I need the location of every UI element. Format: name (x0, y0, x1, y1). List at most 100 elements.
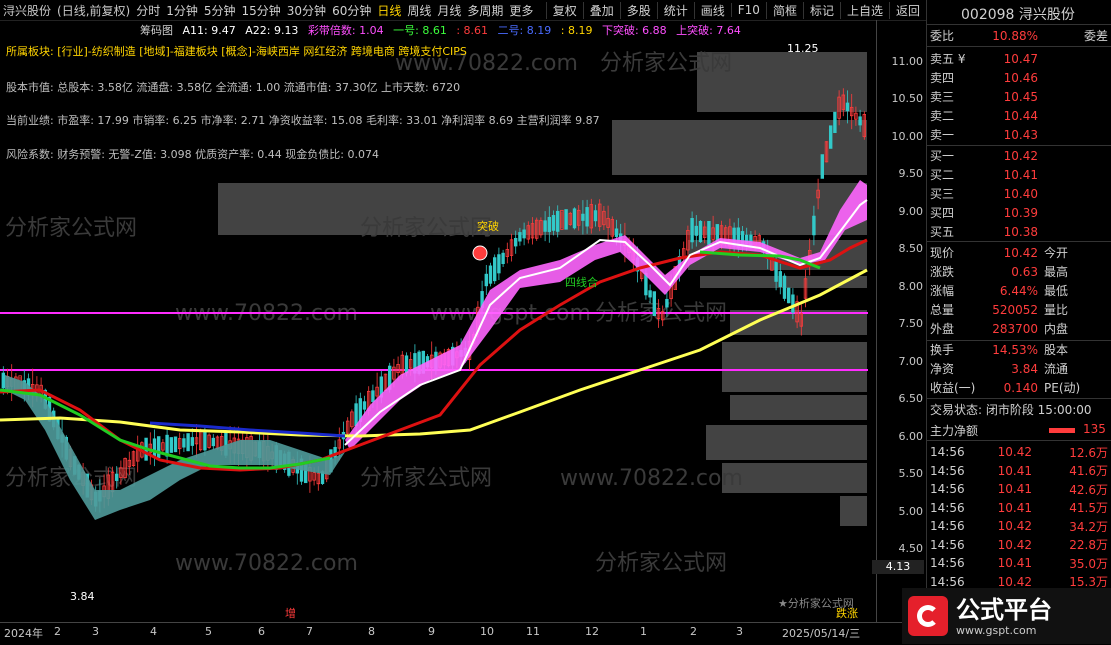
tick-price: 10.42 (997, 537, 1032, 552)
multi-stock-button[interactable]: 多股 (619, 1, 657, 19)
candle-body (203, 430, 207, 451)
tab-5min[interactable]: 5分钟 (204, 2, 236, 19)
sector-line: 所属板块: [行业]-纺织制造 [地域]-福建板块 [概念]-海峡西岸 网红经济… (6, 45, 467, 58)
candle-body (812, 215, 816, 236)
candle-body (543, 220, 547, 232)
candle-body (787, 287, 791, 304)
mark-button[interactable]: 标记 (802, 1, 840, 19)
candle-body (782, 275, 787, 299)
stat-row: 涨跌 0.63 最高 (927, 262, 1111, 281)
buy-level: 买二 10.41 (927, 165, 1111, 184)
tick-row: 14:56 10.41 41.6万 (927, 462, 1111, 480)
x-tick: 6 (258, 625, 265, 638)
stat-row: 外盘 283700 内盘 (927, 319, 1111, 338)
fuquan-button[interactable]: 复权 (545, 1, 583, 19)
main-flow-value: 135 (1083, 422, 1106, 436)
overlay-button[interactable]: 叠加 (582, 1, 620, 19)
candle-body (858, 116, 862, 126)
watermark-10: www.70822.com (560, 466, 743, 491)
x-tick: 2024年 (4, 627, 43, 640)
stat-row: 涨幅 6.44% 最低 (927, 281, 1111, 300)
back-button[interactable]: 返回 (888, 1, 926, 19)
candle-body (833, 111, 837, 133)
tick-price: 10.42 (997, 574, 1032, 589)
y-tick: 7.50 (898, 317, 924, 331)
sell-level-price: 10.46 (1003, 70, 1038, 85)
candle-body (522, 229, 526, 239)
tick-row: 14:56 10.41 35.0万 (927, 554, 1111, 572)
stock-mode: (日线,前复权) (57, 3, 131, 18)
candle-body (156, 436, 161, 458)
tick-time: 14:56 (930, 482, 965, 496)
tab-more[interactable]: 更多 (509, 2, 533, 19)
trade-status: 交易状态: 闭市阶段 15:00:00 (930, 403, 1092, 417)
sell-level-label: 卖五 ¥ (930, 52, 966, 66)
tab-60min[interactable]: 60分钟 (332, 2, 371, 19)
candle-body (778, 271, 782, 287)
candle-body (698, 220, 703, 243)
candle-body (551, 215, 556, 231)
y-tick: 9.50 (898, 167, 924, 181)
candle-body (497, 254, 501, 274)
sell-level: 卖一 10.43 (927, 125, 1111, 144)
stat-value: 14.53% (992, 342, 1038, 357)
x-tick: 2025/05/14/三 (782, 627, 861, 640)
tab-monthly[interactable]: 月线 (437, 2, 461, 19)
stat-value: 3.84 (1011, 361, 1038, 376)
gspt-logo: 公式平台 www.gspt.com (902, 588, 1111, 644)
stat-value: 10.42 (1003, 245, 1038, 260)
candle-body (514, 237, 518, 247)
stat-label: 外盘 (930, 322, 955, 336)
y-tick: 8.00 (898, 279, 924, 293)
candle-body (791, 294, 795, 313)
candle-body (518, 232, 522, 242)
stat-label: 收益(一) (930, 381, 976, 395)
stats-button[interactable]: 统计 (656, 1, 694, 19)
candle-body (694, 225, 698, 236)
tick-row: 14:56 10.42 34.2万 (927, 517, 1111, 535)
buy-level-label: 买三 (930, 187, 955, 201)
candle-body (820, 154, 824, 179)
stat-label: 总量 (930, 303, 955, 317)
candle-body (173, 436, 178, 453)
tab-30min[interactable]: 30分钟 (287, 2, 326, 19)
x-tick: 2 (690, 625, 697, 638)
buy-level-price: 10.41 (1003, 167, 1038, 182)
sell-level-label: 卖四 (930, 71, 955, 85)
watermark-4: 分析家公式网 (360, 216, 492, 241)
stat-value: 6.44% (999, 283, 1038, 298)
tick-row: 14:56 10.42 22.8万 (927, 536, 1111, 554)
draw-line-button[interactable]: 画线 (693, 1, 731, 19)
add-watchlist-button[interactable]: 上自选 (839, 1, 889, 19)
buy-level-price: 10.38 (1003, 224, 1038, 239)
tick-volume: 34.2万 (1069, 519, 1108, 534)
f10-button[interactable]: F10 (730, 3, 766, 17)
y-tick: 10.00 (891, 129, 924, 143)
price-chart[interactable]: 分析家公式网 www.70822.com 分析家公式网 分析家公式网 www.7… (0, 20, 876, 622)
top-toolbar: 浔兴股份 (日线,前复权) 分时 1分钟 5分钟 15分钟 30分钟 60分钟 … (0, 0, 926, 21)
y-tick: 5.50 (898, 467, 924, 481)
tab-fenshi[interactable]: 分时 (136, 2, 160, 19)
tab-weekly[interactable]: 周线 (407, 2, 431, 19)
candle-body (774, 259, 778, 282)
buy-level-label: 买五 (930, 225, 955, 239)
breakout-label: 突破 (477, 219, 499, 233)
sell-level: 卖四 10.46 (927, 68, 1111, 87)
stock-name: 浔兴股份 (3, 3, 52, 18)
simple-frame-button[interactable]: 简框 (765, 1, 803, 19)
stat-label-2: 内盘 (1044, 322, 1069, 336)
buy-level-label: 买二 (930, 168, 955, 182)
tab-multi[interactable]: 多周期 (467, 2, 503, 19)
tab-15min[interactable]: 15分钟 (242, 2, 281, 19)
stat-row: 总量 520052 量比 (927, 300, 1111, 319)
quote-panel: 002098 浔兴股份 委比 10.88% 委差 卖五 ¥ 10.47 卖四 10.4… (926, 0, 1111, 644)
tab-daily[interactable]: 日线 (377, 2, 401, 19)
tab-1min[interactable]: 1分钟 (166, 2, 198, 19)
watermark-3: 分析家公式网 (5, 216, 137, 241)
diezhang-label: 跌涨 (836, 606, 858, 620)
x-tick: 1 (640, 625, 647, 638)
risk-line: 风险系数: 财务预警: 无警-Z值: 3.098 优质资产率: 0.44 现金负… (6, 148, 379, 161)
x-tick: 7 (306, 625, 313, 638)
candle-body (186, 433, 190, 452)
tick-time: 14:56 (930, 556, 965, 570)
